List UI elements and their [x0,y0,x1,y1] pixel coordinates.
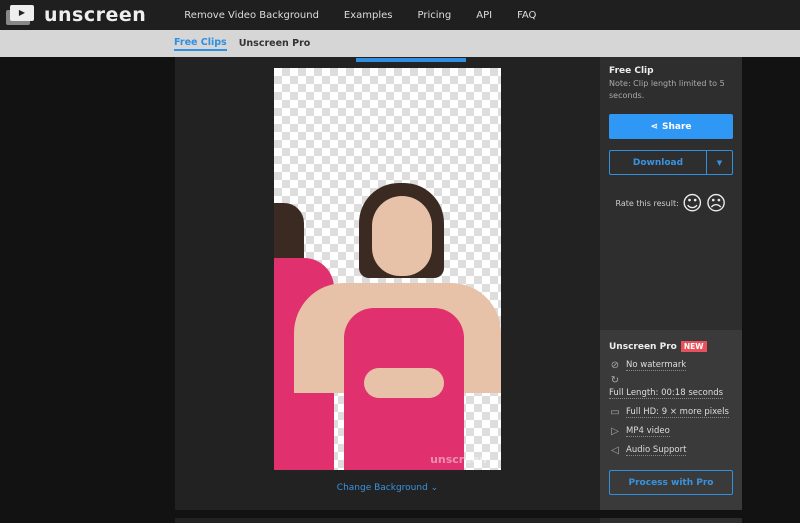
change-background-label: Change Background [336,483,428,493]
rating: Rate this result: ☺ ☹ [609,193,733,213]
share-button[interactable]: ⋖ Share [609,114,733,139]
caret-down-icon: ▼ [716,158,723,167]
feature-label: Full HD: 9 × more pixels [626,407,729,418]
nav-faq[interactable]: FAQ [517,10,536,21]
video-icon: ▷ [611,426,619,437]
download-button-group: Download ▼ [609,150,733,175]
logo[interactable]: ▶ unscreen [6,4,146,26]
rate-label: Rate this result: [615,198,679,208]
share-icon: ⋖ [650,121,659,132]
download-options-dropdown[interactable]: ▼ [707,151,732,174]
no-watermark-icon: ⊘ [610,360,620,371]
smiley-sad-icon[interactable]: ☹ [706,193,727,213]
pro-title: Unscreen Pro [609,342,677,352]
watermark: unscreen [430,453,487,466]
preview-panel: unscreen Change Background ⌄ [175,57,600,510]
nav-remove-video-background[interactable]: Remove Video Background [184,10,319,21]
brand-name: unscreen [44,4,147,26]
feature-item: ◁ Audio Support [609,445,733,456]
process-with-pro-button[interactable]: Process with Pro [609,470,733,495]
speaker-icon: ◁ [611,445,619,456]
result-video-preview[interactable]: unscreen [274,68,501,470]
feature-item: ↻ Full Length: 00:18 seconds [609,375,733,399]
next-sidebar [600,518,742,523]
feature-label: Full Length: 00:18 seconds [609,388,724,399]
clip-note: Note: Clip length limited to 5 seconds. [609,79,725,100]
tab-unscreen-pro[interactable]: Unscreen Pro [239,38,311,49]
tab-free-clips[interactable]: Free Clips [174,37,227,51]
logo-icon: ▶ [6,5,34,25]
nav-examples[interactable]: Examples [344,10,393,21]
top-header: ▶ unscreen Remove Video Background Examp… [0,0,800,30]
nav-api[interactable]: API [476,10,492,21]
feature-item: ▷ MP4 video [609,426,733,437]
change-background-button[interactable]: Change Background ⌄ [175,483,600,493]
feature-label: No watermark [626,360,687,371]
feature-label: Audio Support [626,445,687,456]
download-sidebar: Free Clip Note: Clip length limited to 5… [600,57,742,330]
download-button[interactable]: Download [610,151,707,174]
active-tab-indicator [356,58,466,62]
nav-pricing[interactable]: Pricing [418,10,452,21]
sub-nav: Free Clips Unscreen Pro [0,30,800,57]
clock-icon: ↻ [610,375,620,386]
feature-item: ⊘ No watermark [609,360,733,371]
monitor-icon: ▭ [610,407,620,418]
pro-panel: Unscreen Pro NEW ⊘ No watermark ↻ Full Leng… [600,330,742,510]
smiley-happy-icon[interactable]: ☺ [682,193,703,213]
feature-item: ▭ Full HD: 9 × more pixels [609,407,733,418]
new-badge: NEW [680,341,707,352]
next-panel [175,518,600,523]
sidebar-title: Free Clip [609,66,654,76]
chevron-down-icon: ⌄ [430,483,439,493]
share-label: Share [662,121,692,132]
feature-label: MP4 video [626,426,670,437]
